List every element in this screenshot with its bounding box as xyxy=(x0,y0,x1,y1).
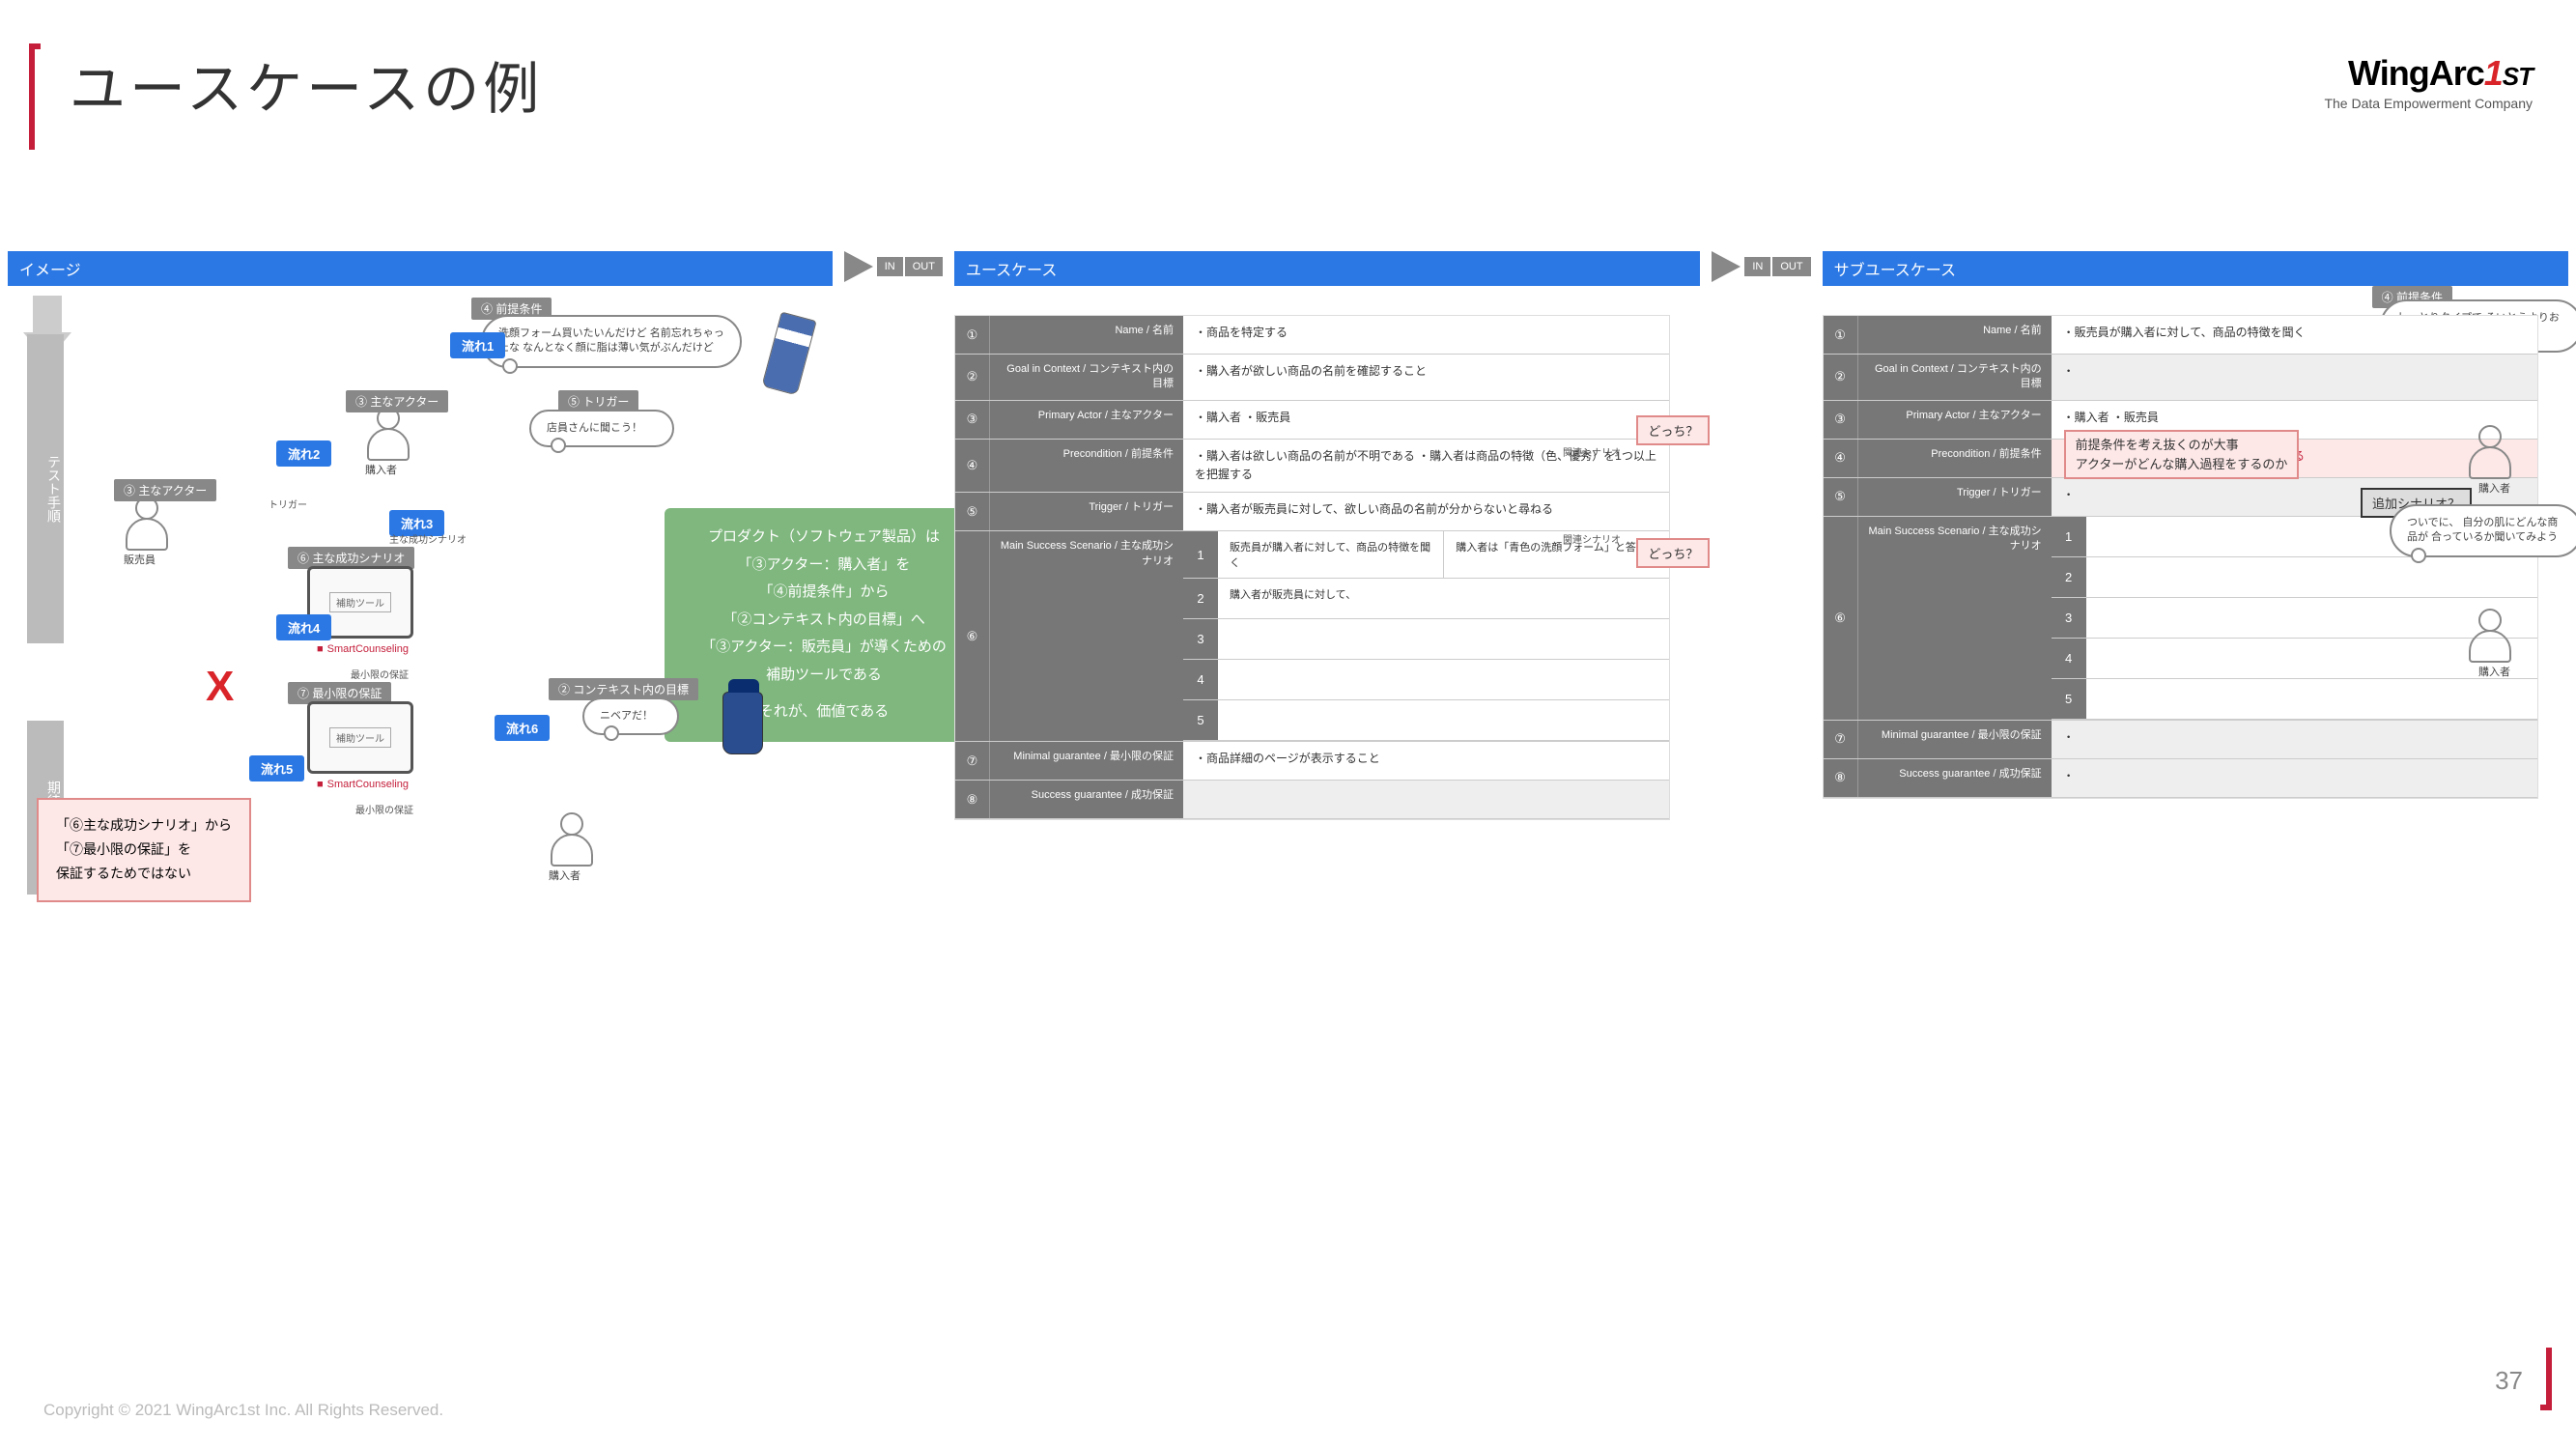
tablet-device-icon-2: 補助ツール xyxy=(307,701,413,774)
page-number: 37 xyxy=(2495,1366,2523,1396)
sub-buyer-label-2: 購入者 xyxy=(2478,664,2510,679)
person-buyer-icon-2 xyxy=(549,812,592,866)
flow-1-tag: 流れ1 xyxy=(450,332,505,358)
wingarc-logo: WingArc1ST The Data Empowerment Company xyxy=(2324,53,2533,111)
pink-line-2: 「⑦最小限の保証」を xyxy=(56,838,232,862)
green-line-4: 「②コンテキスト内の目標」へ xyxy=(684,607,964,635)
chevron-right-icon xyxy=(844,251,873,282)
logo-one: 1 xyxy=(2484,53,2503,93)
callout-important: 前提条件を考え抜くのが大事 アクターがどんな購入過程をするのか xyxy=(2064,430,2300,479)
buyer-label-2: 購入者 xyxy=(549,867,580,883)
title-accent-bar xyxy=(29,43,41,150)
col1-header: イメージ xyxy=(8,251,833,286)
important-line-2: アクターがどんな購入過程をするのか xyxy=(2076,455,2288,474)
green-line-2: 「③アクター：購入者」を xyxy=(684,552,964,580)
pink-warning-box: 「⑥主な成功シナリオ」から 「⑦最小限の保証」を 保証するためではない xyxy=(37,798,251,902)
callout-which-2: どっち？ xyxy=(1636,538,1710,568)
flow-5-tag: 流れ5 xyxy=(249,755,304,781)
sub-buyer-icon-1 xyxy=(2467,425,2510,478)
page-title: ユースケースの例 xyxy=(70,43,543,125)
logo-st: ST xyxy=(2503,62,2533,91)
copyright-text: Copyright © 2021 WingArc1st Inc. All Rig… xyxy=(43,1401,443,1420)
green-value-box: プロダクト（ソフトウェア製品）は 「③アクター：購入者」を 「④前提条件」から … xyxy=(665,508,983,742)
use-case-table: ①Name / 名前・商品を特定する②Goal in Context / コンテ… xyxy=(954,315,1671,820)
important-line-1: 前提条件を考え抜くのが大事 xyxy=(2076,436,2288,455)
trigger-small-label: トリガー xyxy=(269,497,307,511)
buyer-label-1: 購入者 xyxy=(365,462,397,477)
red-x-icon: X xyxy=(206,663,234,711)
col2-header: ユースケース xyxy=(954,251,1700,286)
in-label-2: IN xyxy=(1744,257,1770,276)
callout-which-1: どっち？ xyxy=(1636,415,1710,445)
thought-bubble-1: 洗顔フォーム買いたいんだけど 名前忘れちゃったな なんとなく顔に脂は薄い気がぶん… xyxy=(481,315,742,368)
sub-buyer-icon-2 xyxy=(2467,609,2510,662)
in-label-1: IN xyxy=(877,257,903,276)
sidebar-test-label: テスト手順 xyxy=(27,334,64,643)
min-guarantee-text-2: 最小限の保証 xyxy=(355,802,413,816)
product-tube-icon xyxy=(761,311,816,395)
pink-line-3: 保証するためではない xyxy=(56,862,232,886)
tablet-label-1: 補助ツール xyxy=(329,592,391,612)
out-label-2: OUT xyxy=(1772,257,1810,276)
person-seller-icon xyxy=(124,497,167,550)
thought-bubble-3: ニベアだ！ xyxy=(582,697,679,735)
thought-bubble-5: ついでに、 自分の肌にどんな商品が 合っているか聞いてみよう xyxy=(2390,504,2576,557)
green-line-5: 「③アクター：販売員」が導くための xyxy=(684,634,964,662)
seller-label: 販売員 xyxy=(124,552,156,567)
subscenario-small: 主な成功シナリオ xyxy=(389,531,467,546)
thought-bubble-2: 店員さんに聞こう！ xyxy=(529,410,674,447)
logo-brand: WingArc xyxy=(2348,53,2484,93)
smart-counseling-1: SmartCounseling xyxy=(317,643,409,655)
green-line-3: 「④前提条件」から xyxy=(684,579,964,607)
flow-2-tag: 流れ2 xyxy=(276,440,331,467)
sub-buyer-label-1: 購入者 xyxy=(2478,480,2510,496)
flow-6-tag: 流れ6 xyxy=(495,715,550,741)
out-label-1: OUT xyxy=(905,257,943,276)
related-scenario-label-2: 関連シナリオ xyxy=(1563,531,1621,546)
flow-4-tag: 流れ4 xyxy=(276,614,331,640)
person-buyer-icon xyxy=(365,407,409,460)
min-guarantee-text-1: 最小限の保証 xyxy=(351,667,409,681)
smart-counseling-2: SmartCounseling xyxy=(317,779,409,790)
green-line-1: プロダクト（ソフトウェア製品）は xyxy=(684,524,964,552)
page-accent-bar xyxy=(2540,1348,2552,1410)
logo-tagline: The Data Empowerment Company xyxy=(2324,96,2533,111)
col3-header: サブユースケース xyxy=(1823,251,2568,286)
related-scenario-label-1: 関連シナリオ xyxy=(1563,444,1621,459)
green-line-6: 補助ツールである xyxy=(684,662,964,690)
chevron-right-icon-2 xyxy=(1712,251,1741,282)
pink-line-1: 「⑥主な成功シナリオ」から xyxy=(56,813,232,838)
product-round-icon xyxy=(722,692,763,754)
tablet-label-2: 補助ツール xyxy=(329,727,391,748)
